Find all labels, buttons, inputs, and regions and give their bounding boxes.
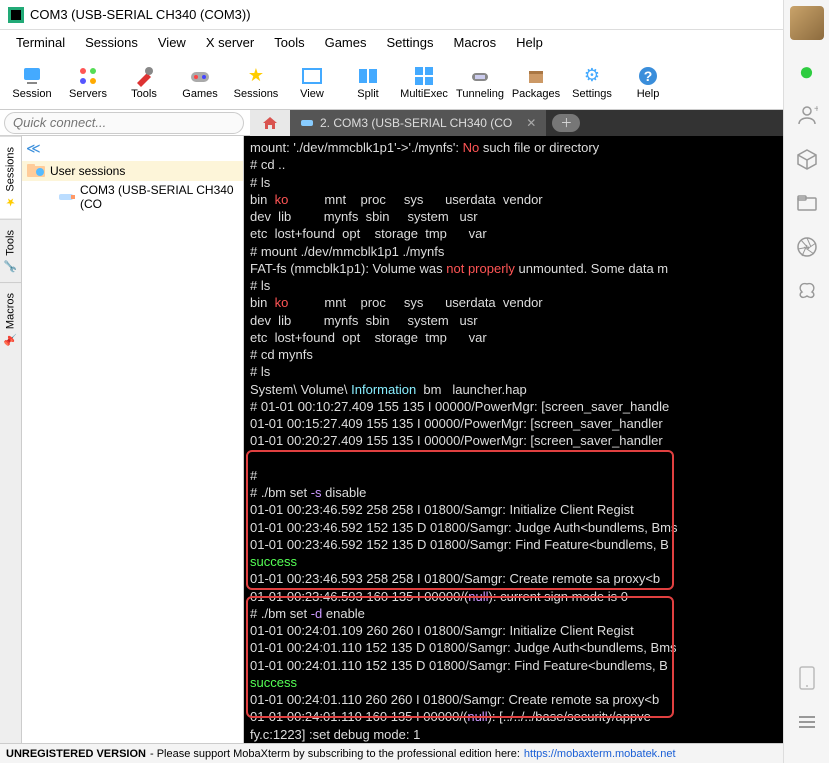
quick-row: 2. COM3 (USB-SERIAL CH340 (CO ✕ ＋ [0, 110, 783, 136]
app-icon [8, 7, 24, 23]
tab-new[interactable]: ＋ [552, 114, 580, 132]
status-mid: - Please support MobaXterm by subscribin… [150, 748, 520, 760]
tb-servers[interactable]: Servers [62, 62, 114, 102]
menu-tools[interactable]: Tools [264, 33, 314, 52]
avatar[interactable] [790, 6, 824, 40]
terminal[interactable]: mount: './dev/mmcblk1p1'->'./mynfs': No … [244, 136, 783, 743]
tb-view[interactable]: View [286, 62, 338, 102]
toolbar: Session Servers Tools Games ★Sessions Vi… [0, 54, 783, 110]
close-icon[interactable]: ✕ [526, 116, 536, 130]
cube-icon[interactable] [794, 146, 820, 172]
plus-icon: ＋ [560, 114, 572, 131]
tree-child-label: COM3 (USB-SERIAL CH340 (CO [80, 183, 239, 211]
tab-home[interactable] [250, 110, 290, 136]
sidetabs: ★Sessions 🔧Tools 📌Macros [0, 136, 22, 743]
star-icon: ★ [6, 196, 16, 209]
split-icon [356, 64, 380, 88]
tb-session[interactable]: Session [6, 62, 58, 102]
quick-connect-input[interactable] [4, 112, 244, 134]
tb-tunneling[interactable]: Tunneling [454, 62, 506, 102]
contacts-icon[interactable]: + [794, 102, 820, 128]
sidetab-macros[interactable]: 📌Macros [0, 282, 21, 356]
tunneling-icon [468, 64, 492, 88]
sidepanel: ≪ User sessions COM3 (USB-SERIAL CH340 (… [22, 136, 244, 743]
macros-icon: 📌 [4, 333, 18, 346]
tree-root[interactable]: User sessions [22, 161, 243, 181]
menu-games[interactable]: Games [315, 33, 377, 52]
chat-icon[interactable]: ● [794, 58, 820, 84]
packages-icon [524, 64, 548, 88]
titlebar: COM3 (USB-SERIAL CH340 (COM3)) [0, 0, 783, 30]
sidetab-sessions[interactable]: ★Sessions [0, 136, 21, 219]
collapse-icon[interactable]: ≪ [26, 140, 41, 157]
servers-icon [76, 64, 100, 88]
svg-text:+: + [814, 104, 818, 115]
menu-help[interactable]: Help [506, 33, 553, 52]
menu-view[interactable]: View [148, 33, 196, 52]
tb-help[interactable]: ?Help [622, 62, 674, 102]
menu-sessions[interactable]: Sessions [75, 33, 148, 52]
folder-icon [26, 163, 46, 179]
menu-terminal[interactable]: Terminal [6, 33, 75, 52]
star-icon: ★ [244, 64, 268, 88]
tools-icon [132, 64, 156, 88]
view-icon [300, 64, 324, 88]
menu-icon[interactable] [794, 709, 820, 735]
tools-icon: 🔧 [4, 259, 18, 272]
multiexec-icon [412, 64, 436, 88]
tb-sessions[interactable]: ★Sessions [230, 62, 282, 102]
menu-macros[interactable]: Macros [443, 33, 506, 52]
folder-icon[interactable] [794, 190, 820, 216]
tab-com3[interactable]: 2. COM3 (USB-SERIAL CH340 (CO ✕ [290, 110, 546, 136]
tree-child-com3[interactable]: COM3 (USB-SERIAL CH340 (CO [22, 181, 243, 213]
svg-text:?: ? [644, 68, 653, 84]
sidetab-tools[interactable]: 🔧Tools [0, 219, 21, 283]
home-icon [262, 116, 278, 130]
tb-tools[interactable]: Tools [118, 62, 170, 102]
session-icon [20, 64, 44, 88]
games-icon [188, 64, 212, 88]
tb-split[interactable]: Split [342, 62, 394, 102]
tb-packages[interactable]: Packages [510, 62, 562, 102]
rightbar: ● + [783, 0, 829, 763]
menu-xserver[interactable]: X server [196, 33, 264, 52]
status-link[interactable]: https://mobaxterm.mobatek.net [524, 748, 676, 760]
tabbar: 2. COM3 (USB-SERIAL CH340 (CO ✕ ＋ [250, 110, 783, 136]
menu-settings[interactable]: Settings [377, 33, 444, 52]
tb-games[interactable]: Games [174, 62, 226, 102]
tb-multiexec[interactable]: MultiExec [398, 62, 450, 102]
phone-icon[interactable] [794, 665, 820, 691]
butterfly-icon[interactable] [794, 278, 820, 304]
window-title: COM3 (USB-SERIAL CH340 (COM3)) [30, 7, 251, 22]
status-prefix: UNREGISTERED VERSION [6, 748, 146, 760]
tab-label: 2. COM3 (USB-SERIAL CH340 (CO [320, 116, 512, 130]
statusbar: UNREGISTERED VERSION - Please support Mo… [0, 743, 783, 763]
gear-icon: ⚙ [580, 64, 604, 88]
tree-root-label: User sessions [50, 164, 125, 178]
menubar: Terminal Sessions View X server Tools Ga… [0, 30, 783, 54]
serial-icon [300, 116, 314, 130]
serial-icon [58, 190, 76, 204]
aperture-icon[interactable] [794, 234, 820, 260]
help-icon: ? [636, 64, 660, 88]
tb-settings[interactable]: ⚙Settings [566, 62, 618, 102]
